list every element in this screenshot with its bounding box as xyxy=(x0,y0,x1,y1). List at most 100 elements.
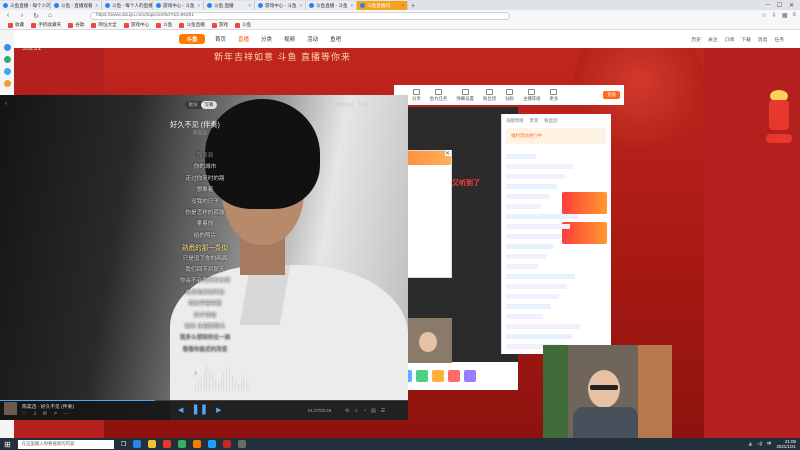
lyric-line[interactable]: 我多么想和你见一面 xyxy=(150,333,260,341)
gift-icon[interactable] xyxy=(464,370,476,382)
lyric-line[interactable]: 给的照片 xyxy=(150,231,260,239)
maximize-icon[interactable]: ☐ xyxy=(777,2,782,9)
bookmark-item[interactable]: 斗鱼 xyxy=(234,22,251,28)
player-top-action[interactable]: ⛶ xyxy=(373,102,376,108)
douyu-logo[interactable]: 斗鱼 xyxy=(179,34,205,44)
lyric-line[interactable]: 我来到 xyxy=(150,151,260,159)
nav-item[interactable]: 视频 xyxy=(284,35,295,43)
tab-close-icon[interactable]: × xyxy=(95,3,98,8)
music-app-icon[interactable] xyxy=(223,440,232,448)
live-tool[interactable]: 更多 xyxy=(550,88,558,102)
new-tab-button[interactable]: + xyxy=(408,3,418,10)
bookmark-item[interactable]: 网址大全 xyxy=(91,22,117,28)
song-artist[interactable]: 陈奕迅 xyxy=(193,130,207,136)
more-icon[interactable]: ⋯ xyxy=(63,411,68,417)
live-tool[interactable]: 鱼丸任务 xyxy=(430,88,447,102)
ime-indicator[interactable]: 中 xyxy=(767,441,771,447)
bookmark-item[interactable]: 斗鱼直播 xyxy=(179,22,205,28)
lyric-line[interactable]: 看看你最近的改变 xyxy=(150,345,260,353)
lyric-line[interactable]: 在街角的咖啡店 xyxy=(150,288,260,296)
task-view-icon[interactable]: ❐ xyxy=(121,441,126,448)
bookmark-item[interactable]: 斗鱼 xyxy=(156,22,172,28)
browser-tab[interactable]: 斗鱼 直播 × xyxy=(204,1,255,10)
lyric-line[interactable]: 和你 坐着聊聊天 xyxy=(150,322,260,330)
promo-banner[interactable]: 福利活动进行中 xyxy=(506,128,606,144)
gift-icon[interactable] xyxy=(432,370,444,382)
browser-tab[interactable]: 斗鱼 - 每个人的直播× xyxy=(102,1,153,10)
download-icon[interactable]: ⇩ xyxy=(772,12,777,19)
home-icon[interactable]: ⌂ xyxy=(46,12,54,19)
lyric-line[interactable]: 没我的日子 xyxy=(150,197,260,205)
current-lyric-line[interactable]: 熟悉的那一条街 xyxy=(150,242,260,252)
file-explorer-icon[interactable] xyxy=(148,440,157,448)
lyric-font-icon[interactable]: A xyxy=(194,371,197,377)
browser-tab[interactable]: 游戏中心 - 斗鱼 × xyxy=(255,1,306,10)
app-icon[interactable] xyxy=(238,440,247,448)
live-tool[interactable]: 钻粉 xyxy=(505,88,514,102)
bookmark-item[interactable]: 收藏 xyxy=(8,22,24,28)
lyric-line[interactable]: 想象着 xyxy=(150,185,260,193)
taskbar-search-input[interactable]: 在这里输入你要搜索的内容 xyxy=(17,439,114,449)
sound-effect-icon[interactable]: ♫ xyxy=(354,408,358,414)
recharge-button[interactable]: 充值 xyxy=(603,91,620,99)
bookmark-item[interactable]: 游戏 xyxy=(211,22,228,28)
gift-icon[interactable] xyxy=(416,370,428,382)
forward-icon[interactable]: › xyxy=(18,12,26,19)
like-icon[interactable]: ♡ xyxy=(22,411,26,417)
tab-close-icon[interactable]: × xyxy=(350,3,353,8)
previous-icon[interactable]: ◀ xyxy=(178,406,183,414)
gift-icon[interactable] xyxy=(448,370,460,382)
lyric-line[interactable]: 走过你来时的路 xyxy=(150,174,260,182)
comment-icon[interactable]: ✉ xyxy=(43,411,47,417)
view-mode-toggle[interactable]: 歌词 写真 xyxy=(185,101,217,109)
player-top-action[interactable]: 写真 xyxy=(358,102,367,108)
quality-icon[interactable]: ▤ xyxy=(371,408,376,414)
back-icon[interactable]: ‹ xyxy=(4,12,12,19)
browser-tab[interactable]: 斗鱼直播间 × xyxy=(357,1,408,10)
app-icon[interactable] xyxy=(208,440,217,448)
live-tool[interactable]: 分享 xyxy=(412,88,421,102)
bookmark-item[interactable]: 谷歌 xyxy=(68,22,84,28)
header-action[interactable]: 关注 xyxy=(708,36,718,43)
live-tool[interactable]: 主播等级 xyxy=(523,88,541,102)
loop-icon[interactable]: ⟲ xyxy=(345,408,349,414)
bookmark-item[interactable]: 游戏中心 xyxy=(123,22,149,28)
header-action[interactable]: 消息 xyxy=(758,36,768,43)
reload-icon[interactable]: ↻ xyxy=(32,12,40,20)
chat-tab[interactable]: 贡献周榜 xyxy=(506,118,524,124)
lyric-line[interactable]: 你是怎样的孤独 xyxy=(150,208,260,216)
app-icon[interactable] xyxy=(3,44,11,51)
browser-app-icon[interactable] xyxy=(133,440,142,448)
lyric-line[interactable]: 挥手寒暄 xyxy=(150,311,260,319)
windows-start-icon[interactable]: ⊞ xyxy=(4,440,11,449)
clock[interactable]: 21:05 2021/1/21 xyxy=(776,439,796,449)
nav-item[interactable]: 鱼吧 xyxy=(330,35,341,43)
extensions-icon[interactable]: ▦ xyxy=(782,12,788,19)
gift-banner[interactable] xyxy=(562,192,607,214)
tab-close-icon[interactable]: × xyxy=(299,3,302,8)
close-icon[interactable]: ✕ xyxy=(445,150,451,157)
address-input[interactable]: https://www.douyu.com/topic/xmhd?rid=962… xyxy=(90,11,510,20)
browser-tab[interactable]: 游戏中心 - 斗鱼 × xyxy=(153,1,204,10)
lyric-more-icon[interactable]: ⋯ xyxy=(209,371,214,377)
share-icon[interactable]: ↗ xyxy=(53,411,57,417)
app-icon[interactable] xyxy=(193,440,202,448)
lyric-line[interactable]: 你的城市 xyxy=(150,162,260,170)
header-action[interactable]: 历史 xyxy=(691,36,701,43)
app-icon[interactable] xyxy=(3,80,11,87)
tab-close-icon[interactable]: × xyxy=(248,3,251,8)
lyric-line[interactable]: 我们回不到那天 xyxy=(150,265,260,273)
header-action[interactable]: 下载 xyxy=(741,36,751,43)
float-red-packet[interactable] xyxy=(766,90,792,152)
app-icon[interactable] xyxy=(3,68,11,75)
view-mode-option[interactable]: 写真 xyxy=(201,101,217,109)
volume-icon[interactable]: ◔ xyxy=(363,408,366,414)
lyric-line[interactable]: 我会带着笑脸 xyxy=(150,299,260,307)
collapse-icon[interactable]: ‹ xyxy=(5,101,7,107)
app-icon[interactable] xyxy=(178,440,187,448)
tab-close-icon[interactable]: × xyxy=(197,3,200,8)
chat-tab[interactable]: 粉丝团 xyxy=(544,118,557,124)
playlist-icon[interactable]: ☰ xyxy=(381,408,385,414)
nav-item[interactable]: 首页 xyxy=(215,35,226,43)
player-top-action[interactable]: 桌面歌词 xyxy=(335,102,353,108)
